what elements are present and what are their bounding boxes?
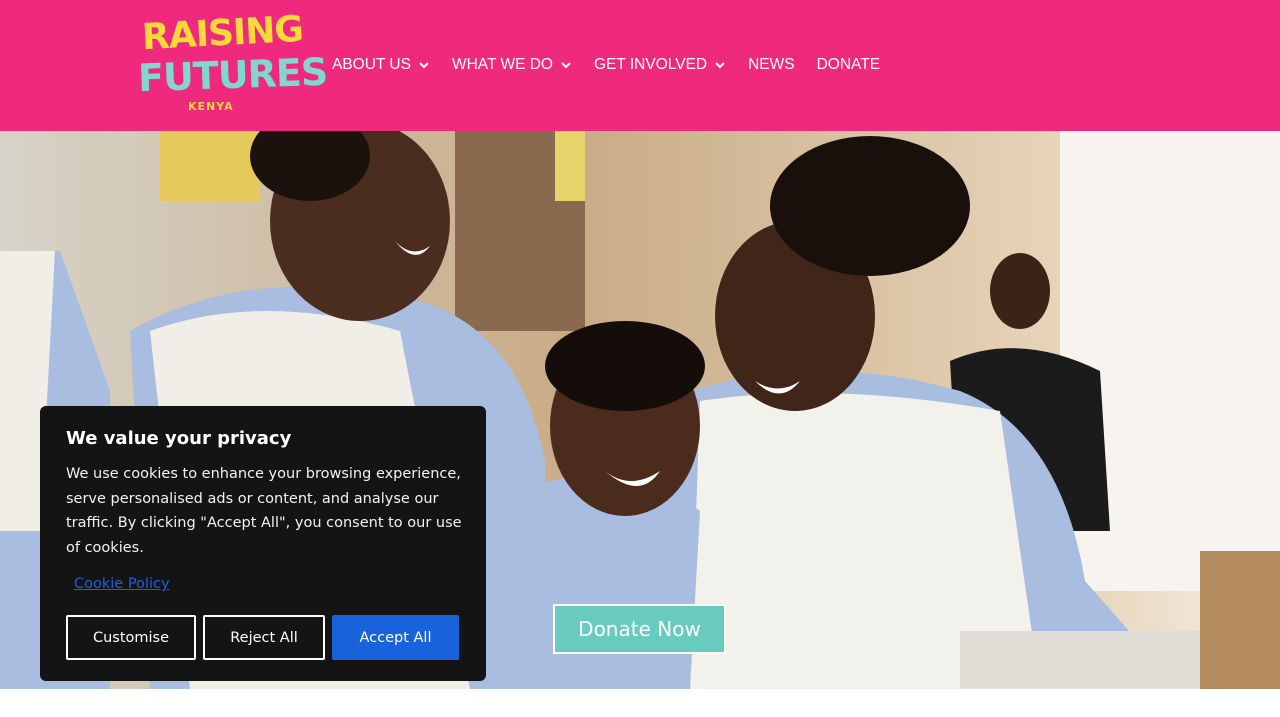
nav-item-label: ABOUT US	[332, 56, 411, 73]
nav-item-news[interactable]: NEWS	[748, 56, 795, 74]
cookie-body: We use cookies to enhance your browsing …	[66, 466, 462, 556]
chevron-down-icon	[561, 62, 571, 69]
nav-item-donate[interactable]: DONATE	[817, 56, 880, 74]
main-nav: ABOUT US WHAT WE DO GET INVOLVED NEWS DO…	[332, 56, 902, 74]
reject-all-button[interactable]: Reject All	[203, 615, 325, 660]
accept-all-button[interactable]: Accept All	[332, 615, 459, 660]
nav-item-label: GET INVOLVED	[593, 56, 708, 73]
logo-line-1: RAISING	[141, 8, 304, 59]
nav-item-label: DONATE	[816, 56, 881, 73]
donate-now-button[interactable]: Donate Now	[553, 604, 726, 654]
raising-futures-logo[interactable]: RAISING FUTURES KENYA	[137, 9, 328, 114]
cookie-title: We value your privacy	[66, 428, 292, 449]
nav-item-about-us[interactable]: ABOUT US	[332, 56, 430, 74]
site-header: RAISING FUTURES KENYA ABOUT US WHAT WE D…	[0, 0, 1280, 131]
cookie-consent-banner: We value your privacy We use cookies to …	[40, 406, 486, 681]
chevron-down-icon	[419, 62, 429, 69]
chevron-down-icon	[715, 62, 725, 69]
nav-item-get-involved[interactable]: GET INVOLVED	[594, 56, 726, 74]
nav-item-label: NEWS	[748, 56, 795, 73]
nav-item-label: WHAT WE DO	[451, 56, 553, 73]
cookie-policy-link[interactable]: Cookie Policy	[74, 576, 170, 592]
logo-line-2: FUTURES	[137, 49, 328, 101]
customise-button[interactable]: Customise	[66, 615, 196, 660]
logo-line-3: KENYA	[188, 100, 234, 113]
nav-item-what-we-do[interactable]: WHAT WE DO	[452, 56, 572, 74]
